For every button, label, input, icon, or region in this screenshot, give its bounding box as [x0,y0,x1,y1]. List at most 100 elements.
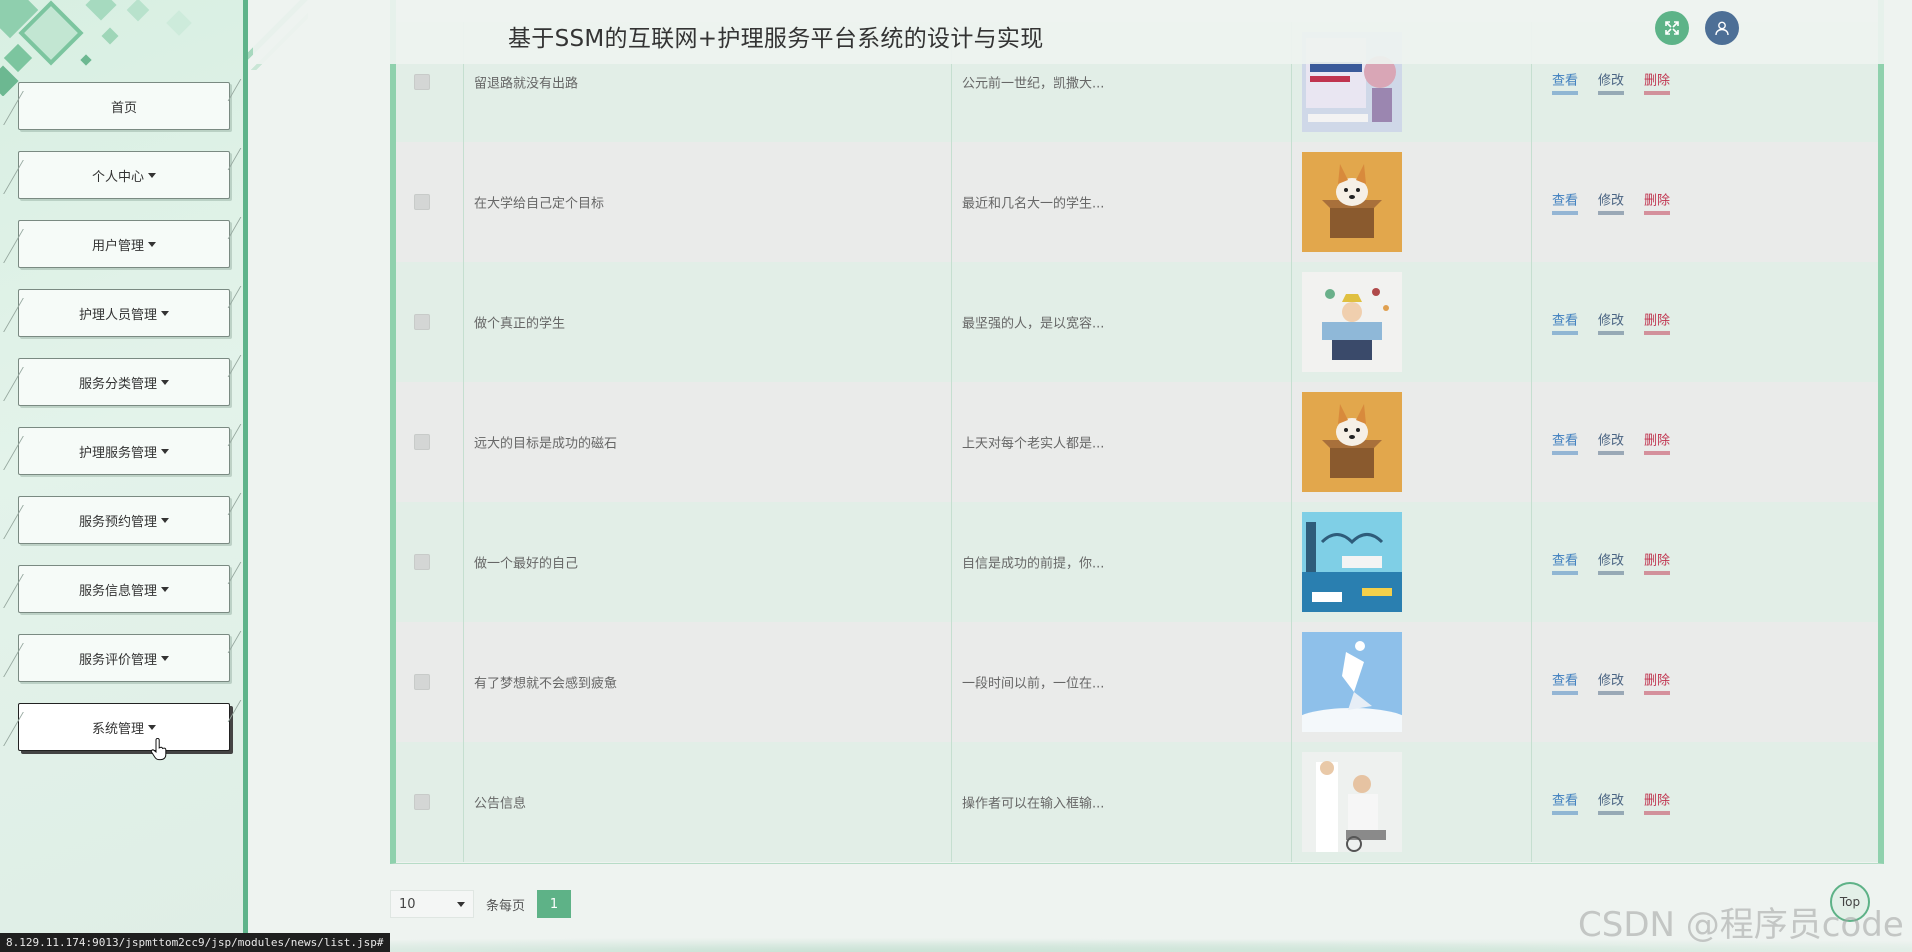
image-cell [1292,502,1532,622]
watermark-text: CSDN @程序员code [1578,905,1904,945]
table-row: 做一个最好的自己 自信是成功的前提，你... 查看 修改 删除 [396,502,1878,622]
edit-link[interactable]: 修改 [1598,790,1625,815]
row-checkbox[interactable] [414,194,430,210]
view-link[interactable]: 查看 [1552,190,1579,215]
table-row: 有了梦想就不会感到疲惫 一段时间以前，一位在... 查看 修改 删除 [396,622,1878,742]
page-number-button[interactable]: 1 [537,890,572,918]
edit-link[interactable]: 修改 [1598,310,1625,335]
view-link[interactable]: 查看 [1552,550,1579,575]
view-link[interactable]: 查看 [1552,70,1579,95]
row-checkbox[interactable] [414,434,430,450]
china-transport-image [1302,512,1402,612]
student-reading-image [1302,272,1402,372]
delete-link[interactable]: 删除 [1644,430,1671,455]
expand-icon [1665,21,1679,35]
edit-link[interactable]: 修改 [1598,670,1625,695]
news-intro: 上天对每个老实人都是... [962,436,1105,452]
page-size-value: 10 [399,896,416,912]
table-row: 远大的目标是成功的磁石 上天对每个老实人都是... 查看 修改 删除 [396,382,1878,502]
delete-link[interactable]: 删除 [1644,190,1671,215]
caret-down-icon [148,241,156,247]
sidebar-item-personal-center[interactable]: 个人中心 [18,151,230,199]
delete-link[interactable]: 删除 [1644,70,1671,95]
sidebar-item-label: 服务评价管理 [78,652,157,668]
corgi-box-image [1302,392,1402,492]
news-title: 有了梦想就不会感到疲惫 [474,676,618,692]
view-link[interactable]: 查看 [1552,430,1579,455]
intro-cell: 上天对每个老实人都是... [952,382,1292,502]
intro-cell: 一段时间以前，一位在... [952,622,1292,742]
actions-cell: 查看 修改 删除 [1532,622,1878,742]
view-link[interactable]: 查看 [1552,790,1579,815]
sidebar-item-label: 服务预约管理 [78,514,157,530]
page-size-label: 条每页 [486,898,526,914]
checkbox-cell [396,502,464,622]
delete-link[interactable]: 删除 [1644,310,1671,335]
title-cell: 远大的目标是成功的磁石 [464,382,952,502]
news-table: 留退路就没有出路 公元前一世纪，凯撒大... 查看 修改 删除 在大学给自己定个… [390,0,1884,864]
image-cell [1292,142,1532,262]
nurse-elderly-image [1302,752,1402,852]
actions-cell: 查看 修改 删除 [1532,382,1878,502]
actions-cell: 查看 修改 删除 [1532,742,1878,862]
corgi-box-image [1302,152,1402,252]
edit-link[interactable]: 修改 [1598,550,1625,575]
page-size-select[interactable]: 10 [390,890,474,918]
paper-bird-image [1302,632,1402,732]
hand-cursor-icon [150,738,167,761]
sidebar-item-user-management[interactable]: 用户管理 [18,220,230,268]
table-row: 做个真正的学生 最坚强的人，是以宽容... 查看 修改 删除 [396,262,1878,382]
checkbox-cell [396,622,464,742]
sidebar-item-label: 用户管理 [91,238,144,254]
sidebar-item-service-category-management[interactable]: 服务分类管理 [18,358,230,406]
row-checkbox[interactable] [414,74,430,90]
delete-link[interactable]: 删除 [1644,790,1671,815]
intro-cell: 操作者可以在输入框输... [952,742,1292,862]
checkbox-cell [396,742,464,862]
delete-link[interactable]: 删除 [1644,550,1671,575]
caret-down-icon [161,586,169,592]
news-intro: 最坚强的人，是以宽容... [962,316,1105,332]
intro-cell: 自信是成功的前提，你... [952,502,1292,622]
caret-down-icon [161,655,169,661]
edit-link[interactable]: 修改 [1598,70,1625,95]
row-checkbox[interactable] [414,554,430,570]
fullscreen-button[interactable] [1655,11,1689,45]
actions-cell: 查看 修改 删除 [1532,262,1878,382]
edit-link[interactable]: 修改 [1598,190,1625,215]
title-cell: 做个真正的学生 [464,262,952,382]
view-link[interactable]: 查看 [1552,670,1579,695]
intro-cell: 最坚强的人，是以宽容... [952,262,1292,382]
sidebar-item-nurse-management[interactable]: 护理人员管理 [18,289,230,337]
news-title: 在大学给自己定个目标 [474,196,605,212]
sidebar-item-label: 服务信息管理 [78,583,157,599]
sidebar-item-service-booking-management[interactable]: 服务预约管理 [18,496,230,544]
view-link[interactable]: 查看 [1552,310,1579,335]
row-checkbox[interactable] [414,314,430,330]
title-cell: 做一个最好的自己 [464,502,952,622]
row-checkbox[interactable] [414,674,430,690]
intro-cell: 最近和几名大一的学生... [952,142,1292,262]
top-header: 基于SSM的互联网+护理服务平台系统的设计与实现 [253,0,1912,64]
image-cell [1292,622,1532,742]
actions-cell: 查看 修改 删除 [1532,502,1878,622]
image-cell [1292,262,1532,382]
row-checkbox[interactable] [414,794,430,810]
caret-down-icon [161,310,169,316]
sidebar-item-service-review-management[interactable]: 服务评价管理 [18,634,230,682]
news-intro: 操作者可以在输入框输... [962,796,1105,812]
checkbox-cell [396,382,464,502]
sidebar-item-label: 护理服务管理 [78,445,157,461]
edit-link[interactable]: 修改 [1598,430,1625,455]
user-icon [1715,21,1729,36]
sidebar-item-home[interactable]: 首页 [18,82,230,130]
news-title: 公告信息 [474,796,527,812]
sidebar-item-label: 服务分类管理 [78,376,157,392]
sidebar-item-service-info-management[interactable]: 服务信息管理 [18,565,230,613]
sidebar-item-nursing-service-management[interactable]: 护理服务管理 [18,427,230,475]
sidebar-item-system-management[interactable]: 系统管理 [18,703,230,751]
user-profile-button[interactable] [1705,11,1739,45]
table-row: 公告信息 操作者可以在输入框输... 查看 修改 删除 [396,742,1878,862]
delete-link[interactable]: 删除 [1644,670,1671,695]
pagination: 10 条每页 1 [390,890,572,918]
